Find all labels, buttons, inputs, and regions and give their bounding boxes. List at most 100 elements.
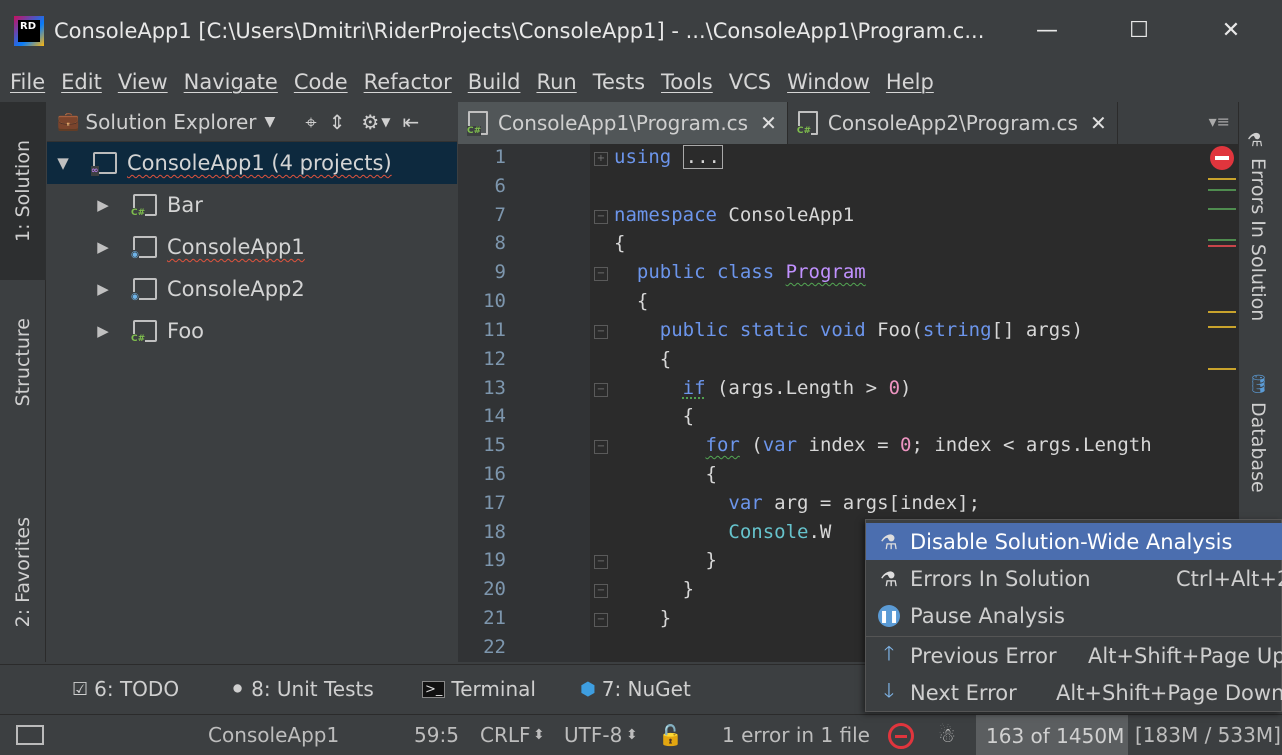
status-encoding[interactable]: UTF-8 [564,723,622,747]
tree-row-foo[interactable]: ▶ C# Foo [47,310,457,352]
menu-edit[interactable]: Edit [61,70,102,94]
status-project[interactable]: ConsoleApp1 [208,723,339,747]
fold-marker-icon[interactable]: − [594,383,608,397]
dropdown-arrow-icon[interactable]: ▼ [265,114,276,130]
tree-row-solution[interactable]: ▼ ∞ ConsoleApp1 (4 projects) [47,142,457,184]
lock-icon[interactable]: 🔓 [658,723,683,747]
hide-panel-icon[interactable]: ⇤ [403,110,420,134]
tree-label-consoleapp1: ConsoleApp1 [167,235,305,259]
tab-database[interactable]: Database [1247,402,1269,493]
menu-view[interactable]: View [118,70,168,94]
menu-window[interactable]: Window [787,70,870,94]
tree-label-bar: Bar [167,193,203,217]
locate-target-icon[interactable]: ⌖ [305,110,316,134]
fold-marker-icon[interactable]: − [594,325,608,339]
menu-tests[interactable]: Tests [593,70,645,94]
menu-help[interactable]: Help [886,70,934,94]
menu-tools[interactable]: Tools [661,70,713,94]
line-number: 7 [494,204,506,226]
menu-refactor[interactable]: Refactor [364,70,452,94]
encoding-chevron-icon: ⬍ [626,727,638,743]
error-status-icon[interactable] [1210,146,1234,170]
hint-marker[interactable] [1208,239,1236,241]
flask-icon: ⚗ [880,566,898,591]
tab-errors-in-solution[interactable]: Errors In Solution [1247,158,1269,321]
error-circle-icon[interactable] [888,723,914,749]
status-caret-position[interactable]: 59:5 [414,723,459,747]
code-line: } [614,549,717,571]
menu-item-next-error[interactable]: 🡓 Next Error Alt+Shift+Page Down [866,674,1282,711]
collapse-triangle-icon[interactable]: ▶ [93,280,113,298]
fold-marker-icon[interactable]: − [594,440,608,454]
status-errors[interactable]: 1 error in 1 file [722,723,870,747]
close-tab-icon[interactable]: ✕ [1090,111,1107,135]
tab-label: ConsoleApp2\Program.cs [827,111,1078,135]
left-tool-strip: 1: Solution Structure 2: Favorites [0,102,46,662]
tab-program-consoleapp1[interactable]: C# ConsoleApp1\Program.cs ✕ [458,102,788,144]
tab-structure[interactable]: Structure [0,292,46,432]
expand-triangle-icon[interactable]: ▼ [53,154,73,172]
tab-solution[interactable]: 1: Solution [0,102,46,280]
collapse-triangle-icon[interactable]: ▶ [93,322,113,340]
code-line: namespace ConsoleApp1 [614,204,855,226]
maximize-button[interactable]: ☐ [1116,10,1162,50]
tab-list-icon[interactable]: ▾≡ [1209,112,1230,131]
menu-item-errors-in-solution[interactable]: ⚗ Errors In Solution Ctrl+Alt+2 [866,560,1282,597]
tab-program-consoleapp2[interactable]: C# ConsoleApp2\Program.cs ✕ [788,102,1118,144]
status-line-ending[interactable]: CRLF [480,723,531,747]
collapse-triangle-icon[interactable]: ▶ [93,238,113,256]
toggle-tool-windows-icon[interactable] [16,725,44,745]
code-line: { [614,290,649,312]
hint-marker[interactable] [1208,189,1236,191]
close-window-button[interactable]: ✕ [1208,10,1254,50]
memory-indicator[interactable]: 163 of 1450M [976,715,1128,755]
code-line: if (args.Length > 0) [682,377,912,399]
solution-explorer-title[interactable]: Solution Explorer [85,110,256,134]
fold-marker-icon[interactable]: − [594,210,608,224]
tool-nuget[interactable]: ⬢ 7: NuGet [580,677,691,701]
tool-unit-tests[interactable]: ⚫ 8: Unit Tests [230,677,374,701]
fold-marker-icon[interactable]: + [594,152,608,166]
tab-favorites[interactable]: 2: Favorites [0,492,46,652]
warning-marker[interactable] [1208,368,1236,370]
menu-build[interactable]: Build [468,70,521,94]
tree-row-consoleapp1[interactable]: ▶ ◉ ConsoleApp1 [47,226,457,268]
line-number: 6 [494,175,506,197]
menu-navigate[interactable]: Navigate [184,70,278,94]
warning-marker[interactable] [1208,178,1236,180]
tree-row-consoleapp2[interactable]: ▶ ◉ ConsoleApp2 [47,268,457,310]
gear-dropdown-icon[interactable]: ▼ [381,115,390,129]
fold-marker-icon[interactable]: − [594,555,608,569]
editor-tab-bar: C# ConsoleApp1\Program.cs ✕ C# ConsoleAp… [458,102,1238,144]
gear-icon[interactable]: ⚙ [361,110,379,134]
menu-item-pause-analysis[interactable]: ❚❚ Pause Analysis [866,597,1282,634]
fold-marker-icon[interactable]: − [594,584,608,598]
close-tab-icon[interactable]: ✕ [760,111,777,135]
tree-row-bar[interactable]: ▶ C# Bar [47,184,457,226]
tool-nuget-label: 7: NuGet [601,677,691,701]
rider-logo-icon: RD [14,16,44,46]
menu-vcs[interactable]: VCS [729,70,771,94]
title-bar: RD ConsoleApp1 [C:\Users\Dmitri\RiderPro… [0,0,1282,62]
tool-terminal[interactable]: >_ Terminal [422,677,536,701]
code-line: } [614,578,695,600]
minimize-button[interactable]: — [1024,10,1070,50]
fold-marker-icon[interactable]: − [594,613,608,627]
code-analysis-icon[interactable]: ☃ [938,723,956,747]
tool-todo[interactable]: ☑ 6: TODO [72,677,179,701]
tree-label-foo: Foo [167,319,205,343]
flask-icon: ⚗ [880,529,898,554]
window-title: ConsoleApp1 [C:\Users\Dmitri\RiderProjec… [54,19,985,43]
hint-marker[interactable] [1208,208,1236,210]
menu-item-previous-error[interactable]: 🡑 Previous Error Alt+Shift+Page Up [866,637,1282,674]
menu-file[interactable]: File [10,70,45,94]
error-marker[interactable] [1208,245,1236,247]
collapse-all-icon[interactable]: ⇕ [329,110,346,134]
collapse-triangle-icon[interactable]: ▶ [93,196,113,214]
warning-marker[interactable] [1208,311,1236,313]
menu-item-disable-analysis[interactable]: ⚗ Disable Solution-Wide Analysis [866,523,1282,560]
warning-marker[interactable] [1208,326,1236,328]
menu-code[interactable]: Code [294,70,348,94]
menu-run[interactable]: Run [536,70,576,94]
fold-marker-icon[interactable]: − [594,267,608,281]
